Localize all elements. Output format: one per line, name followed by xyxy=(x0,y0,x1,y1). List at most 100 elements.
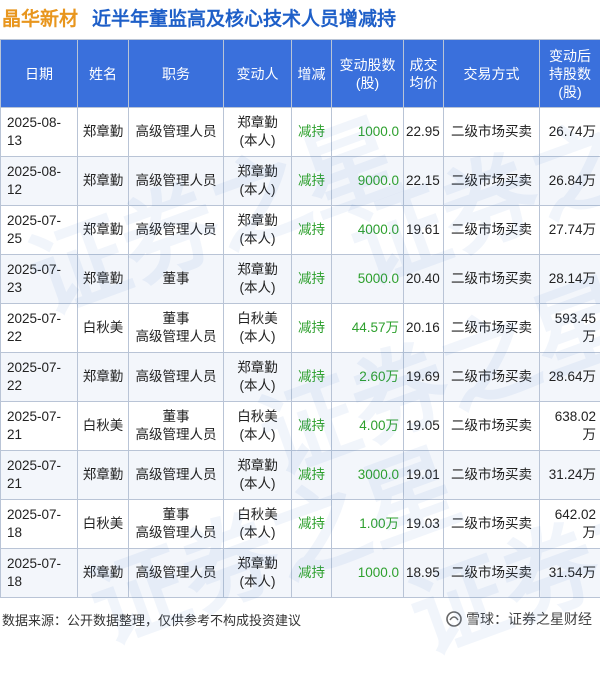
person-cell-line: (本人) xyxy=(226,279,289,297)
role-cell-line: 高级管理人员 xyxy=(131,221,221,239)
column-header-line: (股) xyxy=(334,74,401,92)
column-header-line: 变动后 xyxy=(542,47,598,65)
trade-method-cell: 二级市场买卖 xyxy=(444,549,540,598)
role-cell-line: 高级管理人员 xyxy=(131,466,221,484)
brand: 雪球：证券之星财经 xyxy=(446,609,592,629)
person-cell-line: 白秋美 xyxy=(226,408,289,426)
role-cell: 高级管理人员 xyxy=(129,108,224,157)
trade-method-cell: 二级市场买卖 xyxy=(444,108,540,157)
holdings-after-cell: 31.54万 xyxy=(540,549,600,598)
header-row: 日期姓名职务变动人增减变动股数(股)成交均价交易方式变动后持股数(股) xyxy=(1,40,600,108)
date-cell: 2025-08-12 xyxy=(1,157,78,206)
avg-price-cell: 18.95 xyxy=(404,549,444,598)
column-header-change: 增减 xyxy=(292,40,332,108)
person-cell: 郑章勤(本人) xyxy=(224,549,292,598)
footer: 数据来源：公开数据整理，仅供参考不构成投资建议 雪球：证券之星财经 xyxy=(0,608,600,630)
holdings-table-container: 日期姓名职务变动人增减变动股数(股)成交均价交易方式变动后持股数(股) 2025… xyxy=(0,39,600,605)
column-header-line: 增减 xyxy=(294,65,329,83)
person-cell-line: (本人) xyxy=(226,524,289,542)
name-cell: 郑章勤 xyxy=(78,255,129,304)
person-cell: 郑章勤(本人) xyxy=(224,206,292,255)
table-row: 2025-07-22郑章勤高级管理人员郑章勤(本人)减持2.60万19.69二级… xyxy=(1,353,600,402)
title-bar: 晶华新材 近半年董监高及核心技术人员增减持 xyxy=(0,0,600,34)
holdings-after-cell: 593.45万 xyxy=(540,304,600,353)
table-header: 日期姓名职务变动人增减变动股数(股)成交均价交易方式变动后持股数(股) xyxy=(1,40,600,108)
person-cell: 郑章勤(本人) xyxy=(224,255,292,304)
table-row: 2025-07-23郑章勤董事郑章勤(本人)减持5000.020.40二级市场买… xyxy=(1,255,600,304)
change-direction-cell: 减持 xyxy=(292,108,332,157)
trade-method-cell: 二级市场买卖 xyxy=(444,451,540,500)
table-row: 2025-07-21白秋美董事高级管理人员白秋美(本人)减持4.00万19.05… xyxy=(1,402,600,451)
person-cell-line: 白秋美 xyxy=(226,506,289,524)
role-cell-line: 董事 xyxy=(131,408,221,426)
holdings-after-cell: 26.74万 xyxy=(540,108,600,157)
person-cell-line: (本人) xyxy=(226,573,289,591)
name-cell: 郑章勤 xyxy=(78,353,129,402)
date-cell: 2025-07-23 xyxy=(1,255,78,304)
page-title: 近半年董监高及核心技术人员增减持 xyxy=(92,4,396,31)
person-cell-line: (本人) xyxy=(226,230,289,248)
role-cell: 董事高级管理人员 xyxy=(129,402,224,451)
person-cell-line: (本人) xyxy=(226,426,289,444)
change-direction-cell: 减持 xyxy=(292,353,332,402)
column-header-line: 均价 xyxy=(406,74,441,92)
date-cell: 2025-07-25 xyxy=(1,206,78,255)
person-cell-line: (本人) xyxy=(226,181,289,199)
shares-changed-cell: 44.57万 xyxy=(332,304,404,353)
avg-price-cell: 19.01 xyxy=(404,451,444,500)
column-header-date: 日期 xyxy=(1,40,78,108)
role-cell-line: 高级管理人员 xyxy=(131,368,221,386)
column-header-line: (股) xyxy=(542,83,598,101)
person-cell-line: 郑章勤 xyxy=(226,261,289,279)
shares-changed-cell: 1000.0 xyxy=(332,108,404,157)
change-direction-cell: 减持 xyxy=(292,402,332,451)
role-cell-line: 董事 xyxy=(131,506,221,524)
column-header-line: 日期 xyxy=(3,65,75,83)
person-cell: 白秋美(本人) xyxy=(224,304,292,353)
change-direction-cell: 减持 xyxy=(292,500,332,549)
column-header-line: 成交 xyxy=(406,56,441,74)
table-row: 2025-07-21郑章勤高级管理人员郑章勤(本人)减持3000.019.01二… xyxy=(1,451,600,500)
change-direction-cell: 减持 xyxy=(292,255,332,304)
trade-method-cell: 二级市场买卖 xyxy=(444,304,540,353)
holdings-after-cell: 28.14万 xyxy=(540,255,600,304)
name-cell: 郑章勤 xyxy=(78,206,129,255)
column-header-line: 变动人 xyxy=(226,65,289,83)
person-cell: 郑章勤(本人) xyxy=(224,108,292,157)
name-cell: 郑章勤 xyxy=(78,549,129,598)
snowball-icon xyxy=(446,611,462,627)
table-row: 2025-07-25郑章勤高级管理人员郑章勤(本人)减持4000.019.61二… xyxy=(1,206,600,255)
person-cell-line: (本人) xyxy=(226,132,289,150)
table-row: 2025-07-22白秋美董事高级管理人员白秋美(本人)减持44.57万20.1… xyxy=(1,304,600,353)
column-header-line: 交易方式 xyxy=(446,65,537,83)
date-cell: 2025-07-21 xyxy=(1,451,78,500)
name-cell: 白秋美 xyxy=(78,500,129,549)
table-row: 2025-07-18白秋美董事高级管理人员白秋美(本人)减持1.00万19.03… xyxy=(1,500,600,549)
role-cell-line: 高级管理人员 xyxy=(131,426,221,444)
table-row: 2025-08-13郑章勤高级管理人员郑章勤(本人)减持1000.022.95二… xyxy=(1,108,600,157)
person-cell-line: (本人) xyxy=(226,377,289,395)
change-direction-cell: 减持 xyxy=(292,304,332,353)
name-cell: 郑章勤 xyxy=(78,451,129,500)
shares-changed-cell: 1.00万 xyxy=(332,500,404,549)
person-cell-line: 郑章勤 xyxy=(226,114,289,132)
role-cell-line: 高级管理人员 xyxy=(131,328,221,346)
person-cell-line: 郑章勤 xyxy=(226,163,289,181)
holdings-after-cell: 26.84万 xyxy=(540,157,600,206)
trade-method-cell: 二级市场买卖 xyxy=(444,402,540,451)
role-cell: 高级管理人员 xyxy=(129,353,224,402)
trade-method-cell: 二级市场买卖 xyxy=(444,500,540,549)
shares-changed-cell: 1000.0 xyxy=(332,549,404,598)
column-header-price: 成交均价 xyxy=(404,40,444,108)
holdings-after-cell: 642.02万 xyxy=(540,500,600,549)
column-header-after: 变动后持股数(股) xyxy=(540,40,600,108)
role-cell: 高级管理人员 xyxy=(129,157,224,206)
shares-changed-cell: 3000.0 xyxy=(332,451,404,500)
avg-price-cell: 19.61 xyxy=(404,206,444,255)
person-cell-line: 郑章勤 xyxy=(226,212,289,230)
table-body: 2025-08-13郑章勤高级管理人员郑章勤(本人)减持1000.022.95二… xyxy=(1,108,600,598)
role-cell: 董事高级管理人员 xyxy=(129,304,224,353)
shares-changed-cell: 4000.0 xyxy=(332,206,404,255)
person-cell: 白秋美(本人) xyxy=(224,402,292,451)
role-cell-line: 高级管理人员 xyxy=(131,524,221,542)
